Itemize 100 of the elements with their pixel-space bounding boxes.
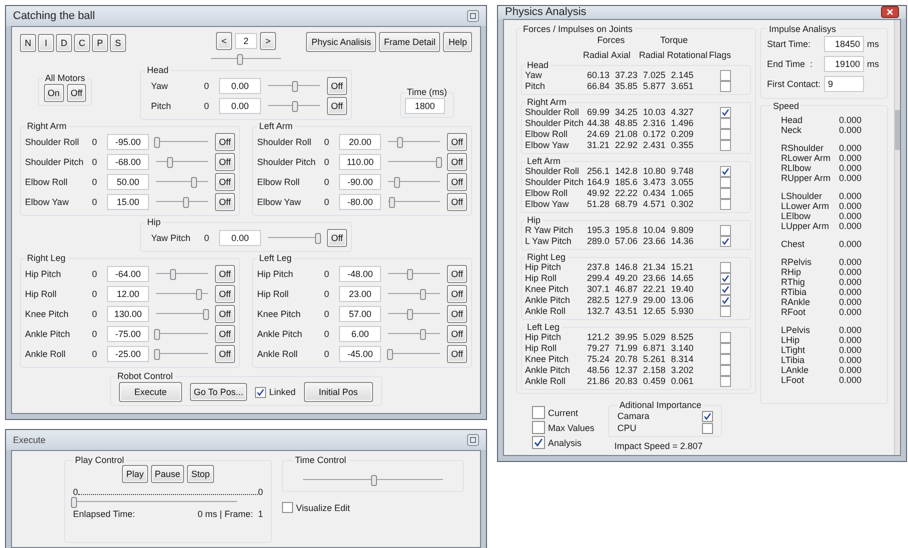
flag-checkbox[interactable] bbox=[720, 365, 730, 376]
previous-button[interactable]: < bbox=[216, 32, 232, 50]
flag-checkbox[interactable] bbox=[720, 343, 730, 354]
playback-button[interactable]: Play bbox=[122, 465, 148, 483]
slider-thumb[interactable] bbox=[420, 289, 426, 300]
mode-button[interactable]: N bbox=[20, 34, 36, 52]
joint-slider[interactable] bbox=[156, 197, 208, 207]
flag-checkbox[interactable] bbox=[720, 177, 730, 188]
flag-checkbox[interactable] bbox=[720, 295, 730, 306]
checkbox[interactable] bbox=[255, 386, 266, 398]
off-button[interactable]: Off bbox=[215, 153, 235, 171]
flag-checkbox[interactable] bbox=[720, 354, 730, 365]
off-button[interactable]: Off bbox=[447, 153, 467, 171]
checkbox[interactable] bbox=[532, 406, 545, 419]
joint-slider[interactable] bbox=[156, 309, 208, 319]
joint-slider[interactable] bbox=[268, 233, 320, 243]
playback-button[interactable]: Pause bbox=[150, 465, 184, 483]
off-button[interactable]: Off bbox=[447, 265, 467, 283]
angle-field[interactable]: -90.00 bbox=[339, 174, 382, 190]
angle-field[interactable]: 0.00 bbox=[219, 230, 262, 246]
scrollbar[interactable] bbox=[894, 20, 900, 455]
slider-thumb[interactable] bbox=[396, 137, 403, 148]
motors-button[interactable]: Off bbox=[66, 84, 86, 102]
checkbox[interactable] bbox=[282, 502, 293, 513]
slider-thumb[interactable] bbox=[292, 101, 298, 112]
slider-thumb[interactable] bbox=[154, 349, 160, 360]
flag-checkbox[interactable] bbox=[720, 140, 730, 151]
flag-checkbox[interactable] bbox=[720, 236, 730, 247]
flag-checkbox[interactable] bbox=[720, 306, 730, 317]
slider-thumb[interactable] bbox=[154, 137, 160, 148]
joint-slider[interactable] bbox=[388, 289, 440, 299]
flag-checkbox[interactable] bbox=[720, 284, 730, 295]
joint-slider[interactable] bbox=[268, 101, 320, 111]
angle-field[interactable]: -68.00 bbox=[107, 154, 149, 170]
off-button[interactable]: Off bbox=[327, 97, 347, 115]
joint-slider[interactable] bbox=[156, 329, 208, 339]
joint-slider[interactable] bbox=[388, 269, 440, 279]
flag-checkbox[interactable] bbox=[720, 225, 730, 236]
off-button[interactable]: Off bbox=[215, 325, 235, 343]
slider-thumb[interactable] bbox=[191, 177, 198, 188]
slider-thumb[interactable] bbox=[167, 157, 173, 168]
joint-slider[interactable] bbox=[156, 269, 208, 279]
off-button[interactable]: Off bbox=[215, 173, 235, 191]
flag-checkbox[interactable] bbox=[720, 81, 730, 92]
flag-checkbox[interactable] bbox=[720, 107, 730, 118]
mode-button[interactable]: S bbox=[110, 34, 126, 52]
angle-field[interactable]: 0.00 bbox=[219, 98, 261, 114]
joint-slider[interactable] bbox=[388, 309, 440, 319]
slider-thumb[interactable] bbox=[406, 269, 413, 280]
slider-thumb[interactable] bbox=[170, 269, 176, 280]
angle-field[interactable]: 15.00 bbox=[107, 194, 149, 210]
joint-slider[interactable] bbox=[156, 349, 208, 359]
flag-checkbox[interactable] bbox=[720, 262, 730, 273]
off-button[interactable]: Off bbox=[327, 229, 347, 247]
angle-field[interactable]: -48.00 bbox=[339, 266, 382, 282]
off-button[interactable]: Off bbox=[447, 285, 467, 303]
slider-thumb[interactable] bbox=[71, 497, 77, 508]
angle-field[interactable]: 0.00 bbox=[219, 78, 261, 94]
flag-checkbox[interactable] bbox=[720, 188, 730, 199]
flag-checkbox[interactable] bbox=[720, 129, 730, 140]
mode-button[interactable]: C bbox=[74, 34, 90, 52]
joint-slider[interactable] bbox=[156, 177, 208, 187]
playback-button[interactable]: Stop bbox=[187, 465, 214, 483]
next-button[interactable]: > bbox=[260, 32, 276, 50]
angle-field[interactable]: 130.00 bbox=[107, 306, 149, 322]
joint-slider[interactable] bbox=[388, 137, 440, 147]
angle-field[interactable]: 6.00 bbox=[339, 326, 382, 342]
flag-checkbox[interactable] bbox=[720, 70, 730, 81]
slider-thumb[interactable] bbox=[203, 309, 210, 320]
progress-slider[interactable] bbox=[73, 497, 237, 507]
off-button[interactable]: Off bbox=[215, 265, 235, 283]
slider-thumb[interactable] bbox=[394, 177, 400, 188]
go-to-pos-button[interactable]: Go To Pos... bbox=[190, 383, 248, 401]
angle-field[interactable]: -95.00 bbox=[107, 134, 149, 150]
time-field[interactable]: 1800 bbox=[404, 98, 445, 114]
off-button[interactable]: Off bbox=[327, 77, 347, 95]
slider-thumb[interactable] bbox=[420, 329, 426, 340]
angle-field[interactable]: 110.00 bbox=[339, 154, 382, 170]
restore-icon[interactable] bbox=[467, 10, 479, 22]
slider-thumb[interactable] bbox=[406, 309, 413, 320]
joint-slider[interactable] bbox=[156, 137, 208, 147]
slider-thumb[interactable] bbox=[436, 157, 442, 168]
input-field[interactable]: 19100 bbox=[824, 56, 864, 72]
flag-checkbox[interactable] bbox=[720, 166, 730, 177]
joint-slider[interactable] bbox=[388, 197, 440, 207]
slider-thumb[interactable] bbox=[371, 475, 377, 486]
angle-field[interactable]: -25.00 bbox=[107, 346, 149, 362]
toolbar-button[interactable]: Frame Detail bbox=[378, 32, 440, 52]
frame-slider[interactable] bbox=[211, 54, 281, 64]
checkbox[interactable] bbox=[702, 410, 714, 422]
checkbox[interactable] bbox=[532, 421, 545, 434]
off-button[interactable]: Off bbox=[447, 173, 467, 191]
slider-thumb[interactable] bbox=[154, 329, 160, 340]
initial-pos-button[interactable]: Initial Pos bbox=[304, 382, 373, 402]
toolbar-button[interactable]: Help bbox=[443, 32, 472, 52]
angle-field[interactable]: 50.00 bbox=[107, 174, 149, 190]
slider-thumb[interactable] bbox=[387, 349, 394, 360]
angle-field[interactable]: 23.00 bbox=[339, 286, 382, 302]
joint-slider[interactable] bbox=[388, 349, 440, 359]
frame-field[interactable]: 2 bbox=[235, 33, 257, 49]
